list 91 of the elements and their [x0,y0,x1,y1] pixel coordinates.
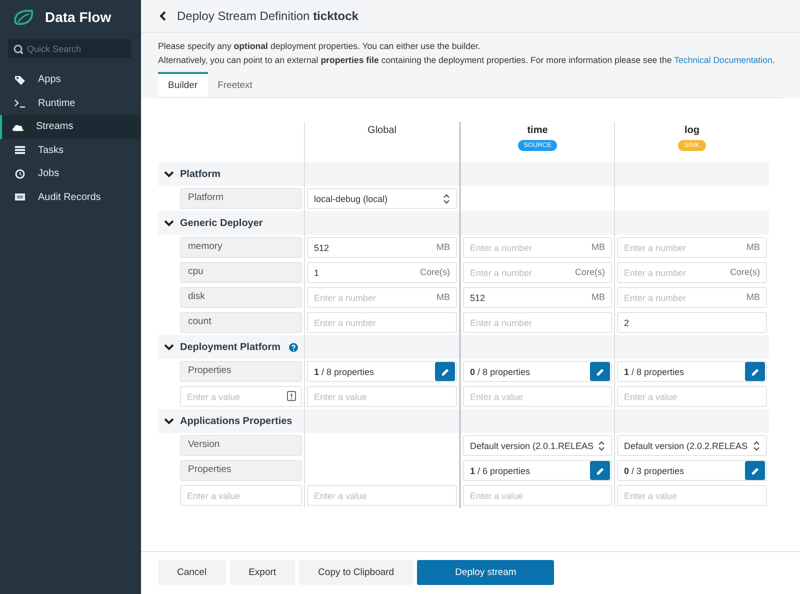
action-button[interactable]: Copy to Clipboard [299,560,414,585]
tab[interactable]: Freetext [208,72,262,97]
edit-button[interactable] [590,461,610,480]
input-field[interactable]: Enter a value [180,485,302,506]
section-title: Applications Properties [180,416,294,426]
edit-button[interactable] [590,362,610,381]
chevron-icon[interactable] [164,343,174,351]
input-field[interactable]: Enter a value [617,485,767,506]
search-field[interactable]: Quick Search [8,39,131,58]
property-label: Version [180,435,302,456]
page-title: Deploy Stream Definition ticktock [177,9,358,23]
updown-caret-icon [443,194,450,204]
properties-field[interactable]: 1 / 8 properties [617,361,767,382]
unit-label: MB [746,242,760,252]
sidebar-item[interactable]: Apps [0,68,141,92]
properties-count: 1 / 6 properties [470,466,532,476]
unit-label: Core(s) [730,267,760,277]
input-field[interactable]: Enter a value [307,485,457,506]
column-header: Global [368,125,396,136]
property-label: count [180,312,302,333]
input-field[interactable]: Enter a number [307,312,457,333]
tag-icon [14,74,26,86]
updown-caret-icon [753,440,760,450]
card-icon [14,191,26,204]
input-field[interactable]: Enter a value [463,386,612,407]
input-field[interactable]: Enter a value [180,386,302,407]
chevron-icon[interactable] [164,170,174,178]
properties-field[interactable]: 0 / 8 properties [463,361,612,382]
pencil-icon [750,366,760,376]
column-header: time [527,125,548,136]
unit-label: MB [592,242,605,252]
section-title: Platform [180,168,222,180]
properties-field[interactable]: 0 / 3 properties [617,460,767,481]
sidebar-item[interactable]: Runtime [0,92,141,115]
unit-label: MB [746,292,760,302]
edit-button[interactable] [745,461,765,480]
sidebar-item[interactable]: Audit Records [0,186,141,209]
edit-button[interactable] [745,362,765,381]
unit-label: MB [436,242,450,252]
properties-field[interactable]: 1 / 6 properties [463,460,612,481]
section-title: Deployment Platform [180,342,282,352]
deploy-button[interactable]: Deploy stream [417,560,554,585]
property-label: memory [180,237,302,258]
unit-label: Core(s) [574,267,605,277]
chevron-icon[interactable] [164,219,174,227]
sidebar-item[interactable]: Tasks [0,138,141,162]
unit-label: MB [592,292,605,302]
list-icon [14,144,26,156]
select-field[interactable]: Default version (2.0.1.RELEAS [463,435,612,456]
back-icon[interactable] [159,11,167,21]
properties-field[interactable]: 1 / 8 properties [307,361,457,382]
unit-label: Core(s) [420,267,450,277]
section-title: Generic Deployer [180,218,264,228]
action-button[interactable]: Export [230,560,296,585]
property-label: Platform [180,188,302,209]
chevron-icon[interactable] [164,417,174,425]
input-field[interactable]: 2 [617,312,767,333]
search-icon [13,44,23,54]
edit-button[interactable] [435,362,455,381]
sidebar-item[interactable]: Streams [0,115,141,138]
property-label: disk [180,287,302,308]
tab[interactable]: Builder [158,72,208,97]
updown-caret-icon [598,440,605,450]
properties-count: 1 / 8 properties [624,366,686,376]
pencil-icon [596,366,604,376]
input-field[interactable]: Enter a number [463,312,612,333]
action-button[interactable]: Cancel [158,560,226,585]
pencil-icon [750,466,760,476]
clock-icon [14,168,26,180]
terminal-icon [14,97,26,110]
input-field[interactable]: Enter a value [463,485,612,506]
property-label: Properties [180,361,302,382]
pencil-icon [440,366,450,376]
leaf-logo-icon [12,7,36,27]
sidebar-item[interactable]: Jobs [0,162,141,186]
input-field[interactable]: Enter a value [307,386,457,407]
properties-count: 1 / 8 properties [314,366,376,376]
properties-count: 0 / 8 properties [470,366,532,376]
documentation-link[interactable]: Technical Documentation [674,55,772,65]
pencil-icon [596,466,604,476]
intro-text: Please specify any optional deployment properties. You can either use the builder. [158,40,482,53]
property-label: Properties [180,460,302,481]
select-field[interactable]: local-debug (local) [307,188,457,209]
unit-label: MB [436,292,450,302]
property-label: cpu [180,262,302,283]
intro-text: Alternatively, you can point to an external properties file containing the deployment properties. For more information please see the Technical Documentation. [158,54,776,67]
select-field[interactable]: Default version (2.0.2.RELEAS [617,435,767,456]
properties-count: 0 / 3 properties [624,466,686,476]
input-field[interactable]: Enter a value [617,386,767,407]
app-title: Data Flow [45,9,112,25]
column-header: log [684,125,700,136]
